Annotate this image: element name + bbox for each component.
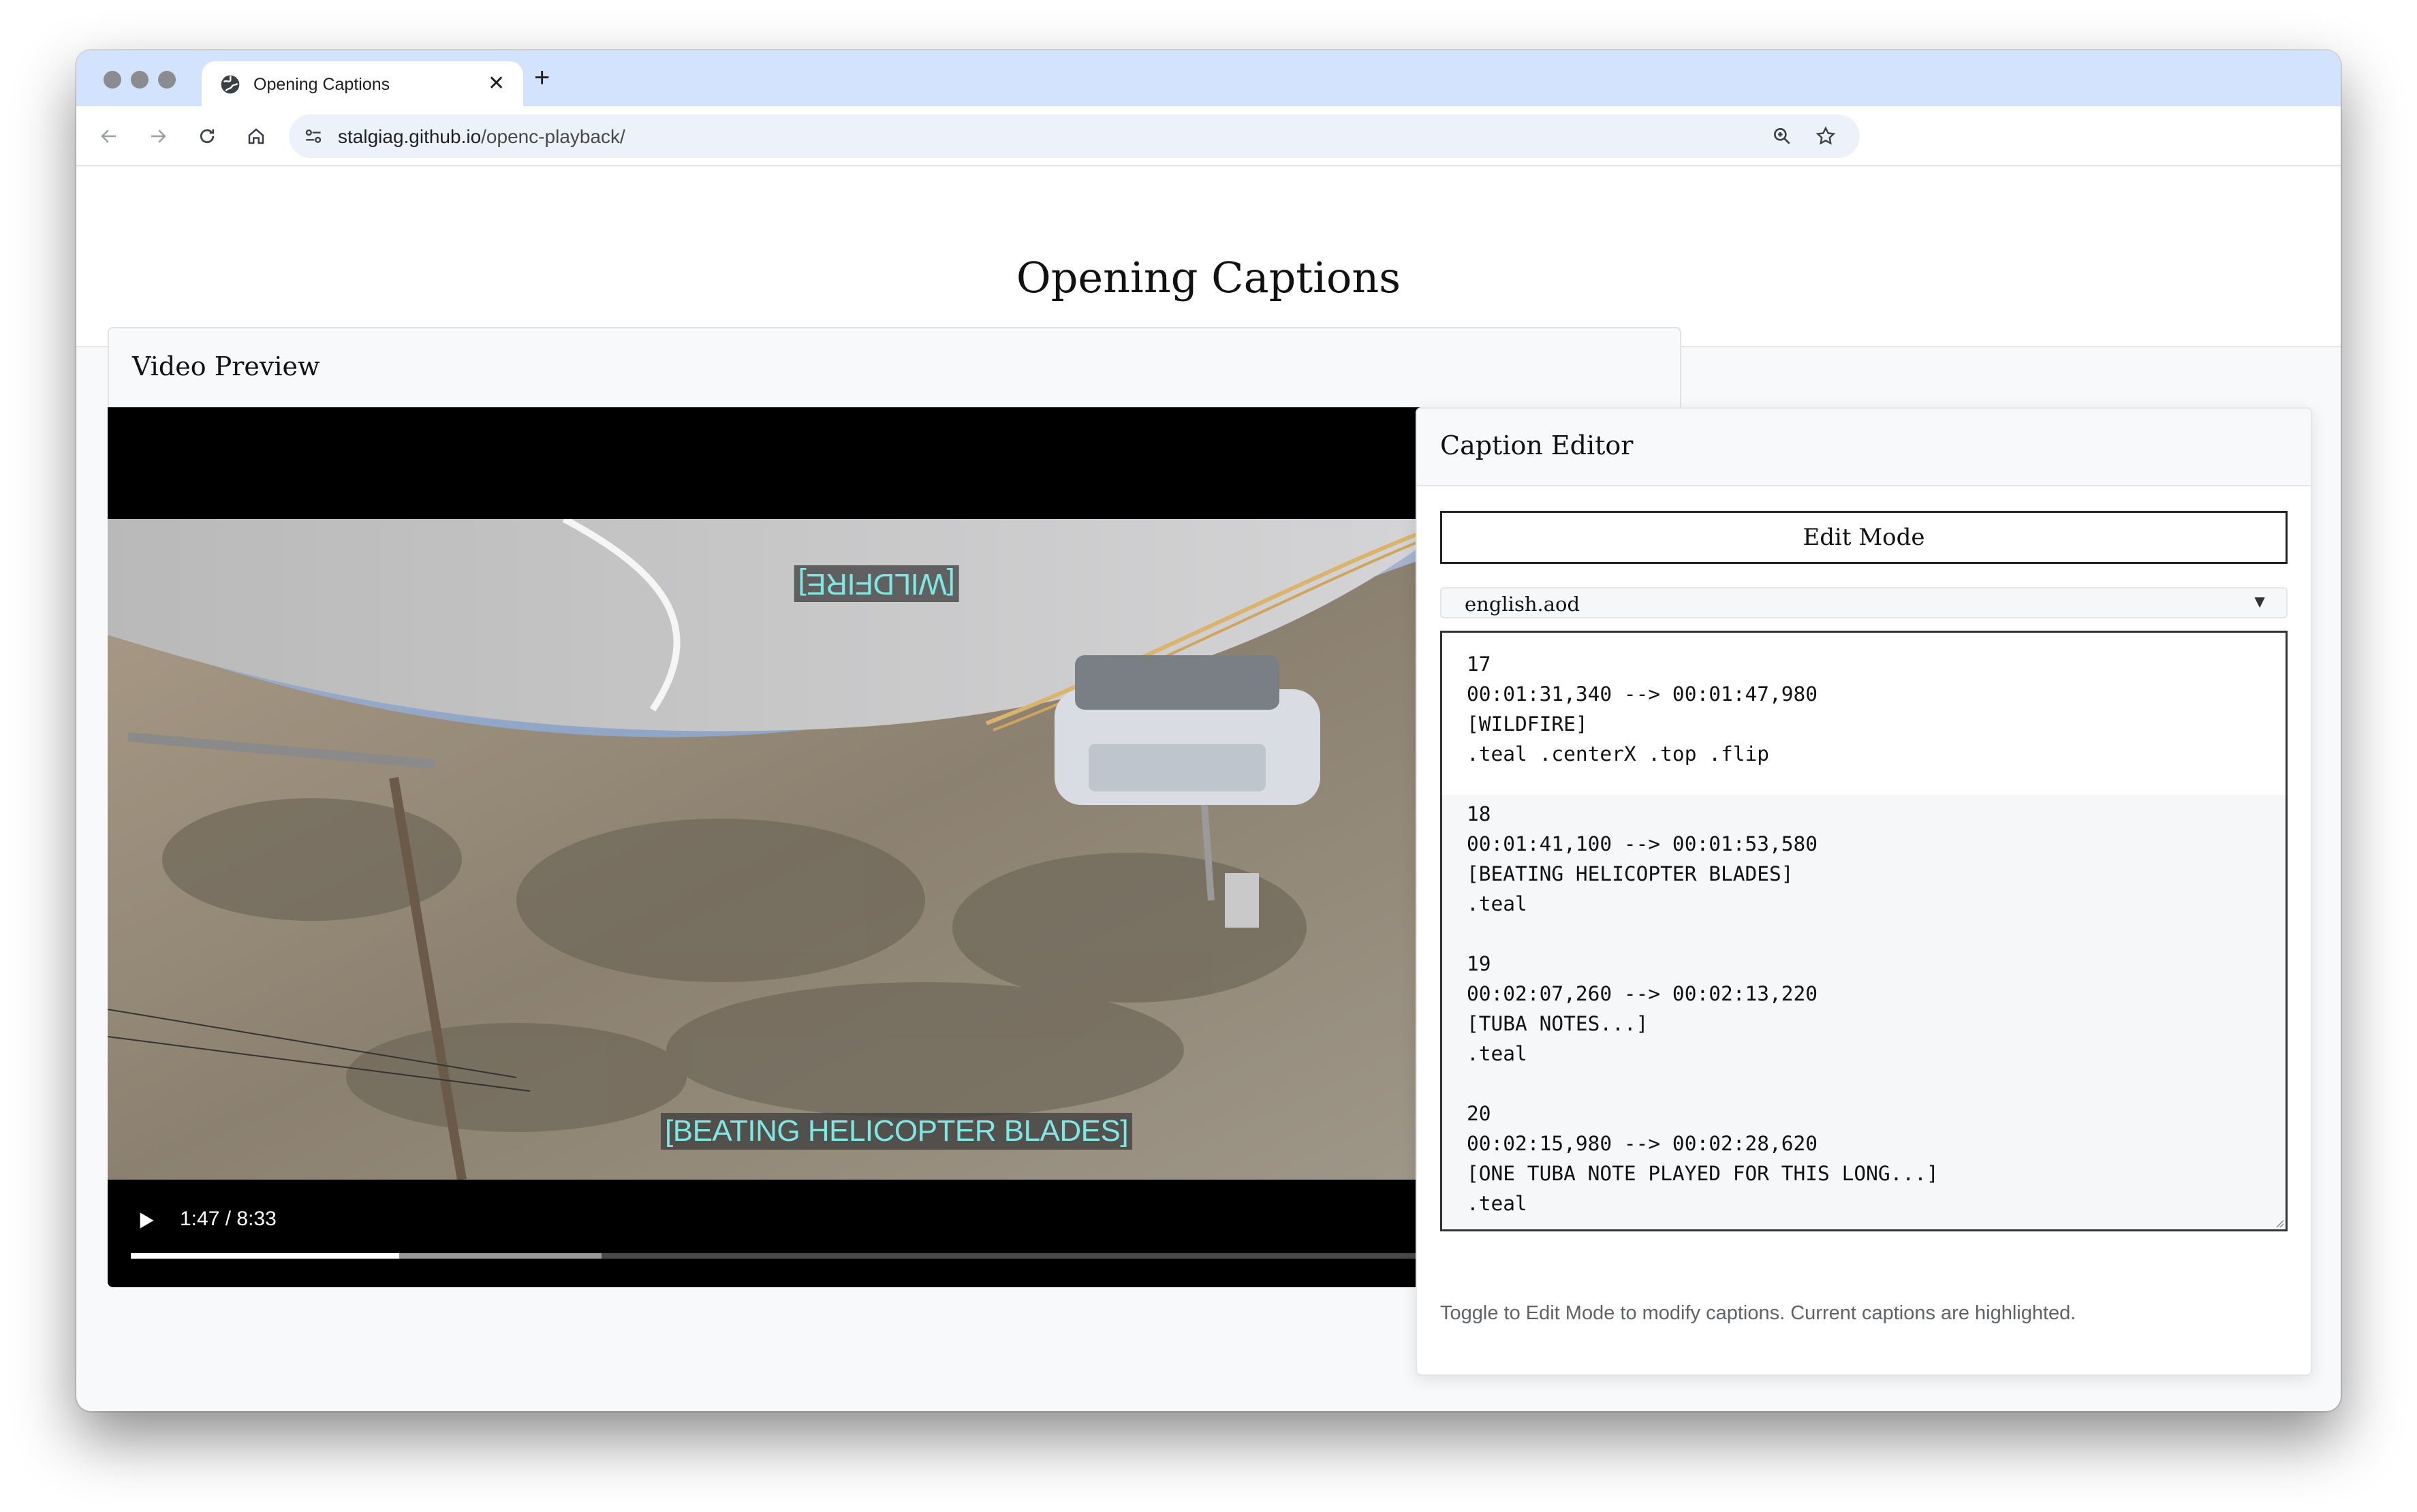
cue-timing: 00:01:41,100 --> 00:01:53,580: [1467, 832, 1818, 855]
edit-mode-button[interactable]: Edit Mode: [1440, 511, 2288, 564]
cue-classes: .teal: [1467, 1192, 1527, 1215]
url-host: stalgiag.github.io: [338, 126, 482, 147]
play-icon[interactable]: [132, 1207, 159, 1234]
video-frame: [108, 519, 1421, 1180]
caption-textarea[interactable]: 17 00:01:31,340 --> 00:01:47,980 [WILDFIRE…: [1440, 631, 2288, 1231]
site-settings-icon[interactable]: [302, 125, 324, 147]
cue-classes: .teal: [1467, 1042, 1527, 1065]
cue-index: 17: [1467, 652, 1491, 676]
caption-bottom: [BEATING HELICOPTER BLADES]: [661, 1113, 1133, 1150]
resize-handle-icon[interactable]: [2273, 1217, 2284, 1228]
cue-text: [WILDFIRE]: [1467, 712, 1588, 736]
cue-index: 19: [1467, 952, 1491, 975]
caption-file-value: english.aod: [1465, 593, 1580, 616]
globe-icon: [221, 75, 240, 94]
browser-window: Opening Captions ✕ + stalgiag.github.io/…: [76, 50, 2341, 1411]
forward-icon[interactable]: [140, 119, 176, 154]
back-icon[interactable]: [91, 119, 127, 154]
page-title: Opening Captions: [1016, 253, 1401, 302]
caption-editor-title: Caption Editor: [1440, 430, 1634, 460]
cue-classes: .teal .centerX .top .flip: [1467, 742, 1770, 766]
url-text: stalgiag.github.io/openc-playback/: [338, 126, 625, 148]
tab-opening-captions[interactable]: Opening Captions ✕: [202, 61, 523, 108]
caption-cue: 20 00:02:15,980 --> 00:02:28,620 [ONE TUBA…: [1442, 1094, 2286, 1229]
browser-toolbar: stalgiag.github.io/openc-playback/: [76, 106, 2341, 166]
caption-cue: 18 00:01:41,100 --> 00:01:53,580 [BEATING …: [1442, 795, 2286, 945]
caption-top: [WILDFIRE]: [794, 565, 959, 602]
url-path: /openc-playback/: [481, 126, 625, 147]
page-header: Opening Captions: [76, 168, 2341, 347]
maximize-window-dot[interactable]: [158, 71, 176, 89]
video-preview-title: Video Preview: [132, 351, 320, 381]
video-player[interactable]: [WILDFIRE] [BEATING HELICOPTER BLADES] 1…: [108, 407, 1421, 1287]
address-bar[interactable]: stalgiag.github.io/openc-playback/: [289, 114, 1860, 158]
caption-cue: 19 00:02:07,260 --> 00:02:13,220 [TUBA NOT…: [1442, 945, 2286, 1094]
tab-title: Opening Captions: [253, 75, 390, 94]
bookmark-star-icon[interactable]: [1815, 125, 1837, 147]
reload-icon[interactable]: [189, 119, 225, 154]
video-progress-fill: [131, 1253, 399, 1259]
cue-index: 20: [1467, 1102, 1491, 1125]
cue-index: 18: [1467, 802, 1491, 825]
video-timecode: 1:47 / 8:33: [180, 1208, 277, 1230]
cue-timing: 00:02:07,260 --> 00:02:13,220: [1467, 982, 1818, 1005]
tab-strip: Opening Captions ✕ +: [76, 50, 2341, 108]
close-window-dot[interactable]: [104, 71, 121, 89]
close-tab-icon[interactable]: ✕: [488, 72, 505, 95]
caption-editor-panel: Caption Editor Edit Mode english.aod ▼ 1…: [1416, 407, 2312, 1376]
home-icon[interactable]: [238, 119, 274, 154]
cue-text: [ONE TUBA NOTE PLAYED FOR THIS LONG...]: [1467, 1162, 1939, 1185]
caption-file-select[interactable]: english.aod ▼: [1440, 587, 2288, 618]
cue-timing: 00:02:15,980 --> 00:02:28,620: [1467, 1132, 1818, 1155]
dropdown-arrow-icon: ▼: [2251, 591, 2268, 612]
minimize-window-dot[interactable]: [131, 71, 149, 89]
caption-cue: 17 00:01:31,340 --> 00:01:47,980 [WILDFIRE…: [1442, 633, 2286, 773]
editor-hint: Toggle to Edit Mode to modify captions. …: [1440, 1302, 2076, 1324]
video-progress-bar[interactable]: [131, 1253, 1421, 1259]
new-tab-icon[interactable]: +: [534, 64, 550, 91]
cue-timing: 00:01:31,340 --> 00:01:47,980: [1467, 682, 1818, 706]
cue-text: [TUBA NOTES...]: [1467, 1012, 1649, 1035]
caption-editor-header: Caption Editor: [1417, 409, 2311, 486]
cue-classes: .teal: [1467, 892, 1527, 915]
zoom-icon[interactable]: [1771, 125, 1793, 147]
cue-text: [BEATING HELICOPTER BLADES]: [1467, 862, 1794, 885]
